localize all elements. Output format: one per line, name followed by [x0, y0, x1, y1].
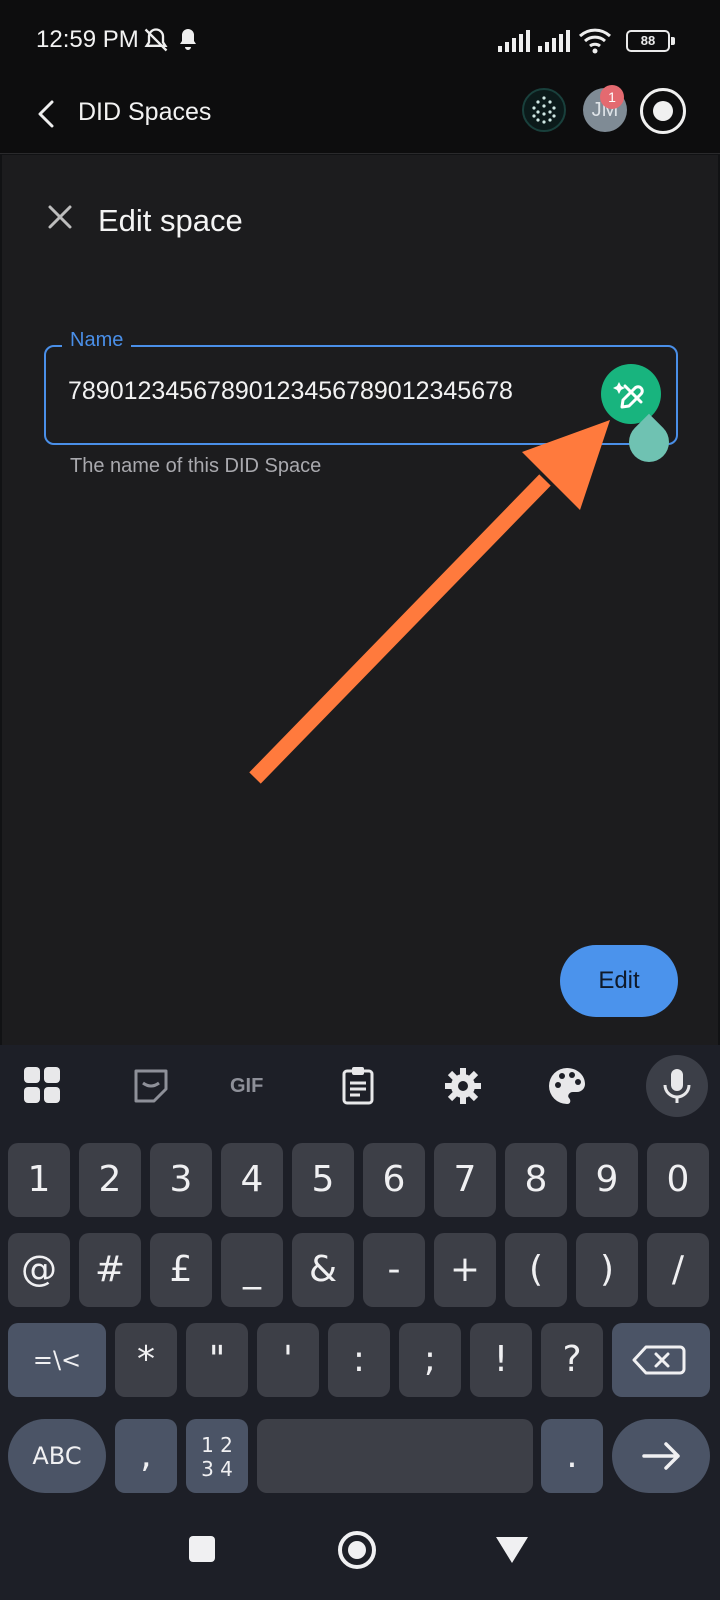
spacebar[interactable] — [257, 1419, 533, 1493]
mic-button[interactable] — [646, 1055, 708, 1117]
enter-key[interactable] — [612, 1419, 710, 1493]
backspace-icon — [632, 1345, 686, 1375]
ai-rewrite-button[interactable] — [601, 364, 661, 424]
key-asterisk[interactable]: * — [115, 1323, 177, 1397]
app-title: DID Spaces — [78, 98, 212, 126]
key-7[interactable]: 7 — [434, 1143, 496, 1217]
wifi-icon — [578, 28, 612, 54]
field-label: Name — [62, 329, 132, 352]
ai-assistant-button[interactable] — [522, 88, 566, 132]
numpad-key[interactable]: 1 2 3 4 — [186, 1419, 248, 1493]
dots-sphere-icon — [532, 96, 556, 124]
mic-icon — [663, 1069, 691, 1103]
close-icon[interactable] — [42, 199, 78, 235]
key-close-paren[interactable]: ) — [576, 1233, 638, 1307]
key-at[interactable]: @ — [8, 1233, 70, 1307]
status-bar: 12:59 PM 88 — [0, 0, 720, 78]
bell-icon — [180, 29, 196, 50]
key-pound[interactable]: £ — [150, 1233, 212, 1307]
key-1[interactable]: 1 — [8, 1143, 70, 1217]
bell-off-icon — [144, 28, 168, 52]
edit-space-dialog: Edit space Name 789012345678901234567890… — [2, 155, 718, 1045]
key-semicolon[interactable]: ; — [399, 1323, 461, 1397]
helper-text: The name of this DID Space — [70, 455, 322, 477]
keyboard: GIF 1 2 3 4 5 6 7 8 9 0 @ # £ _ & - + (… — [0, 1045, 720, 1515]
palette-icon[interactable] — [544, 1063, 590, 1109]
key-comma[interactable]: , — [115, 1419, 177, 1493]
status-time: 12:59 PM — [36, 26, 139, 53]
key-9[interactable]: 9 — [576, 1143, 638, 1217]
system-nav-bar — [0, 1515, 720, 1600]
key-single-quote[interactable]: ' — [257, 1323, 319, 1397]
key-period[interactable]: . — [541, 1419, 603, 1493]
battery-indicator: 88 — [626, 30, 675, 52]
key-0[interactable]: 0 — [647, 1143, 709, 1217]
key-8[interactable]: 8 — [505, 1143, 567, 1217]
signal-icon-2 — [538, 30, 570, 52]
settings-icon[interactable] — [440, 1063, 486, 1109]
recents-square-icon[interactable] — [186, 1533, 218, 1565]
back-arrow-icon[interactable] — [30, 92, 66, 136]
key-6[interactable]: 6 — [363, 1143, 425, 1217]
back-triangle-icon[interactable] — [494, 1533, 530, 1565]
key-ampersand[interactable]: & — [292, 1233, 354, 1307]
key-4[interactable]: 4 — [221, 1143, 283, 1217]
app-header: DID Spaces JM 1 — [0, 78, 720, 154]
home-circle-icon[interactable] — [336, 1529, 378, 1571]
key-slash[interactable]: / — [647, 1233, 709, 1307]
edit-button[interactable]: Edit — [560, 945, 678, 1017]
name-field[interactable]: Name 78901234567890123456789012345678 — [44, 329, 678, 445]
dialog-title: Edit space — [98, 203, 243, 238]
abc-key[interactable]: ABC — [8, 1419, 106, 1493]
apps-grid-icon[interactable] — [20, 1063, 66, 1109]
key-open-paren[interactable]: ( — [505, 1233, 567, 1307]
key-exclamation[interactable]: ! — [470, 1323, 532, 1397]
more-symbols-key[interactable]: =\< — [8, 1323, 106, 1397]
key-question[interactable]: ? — [541, 1323, 603, 1397]
clipboard-icon[interactable] — [336, 1063, 382, 1109]
backspace-key[interactable] — [612, 1323, 710, 1397]
key-minus[interactable]: - — [363, 1233, 425, 1307]
key-plus[interactable]: + — [434, 1233, 496, 1307]
name-input[interactable]: 78901234567890123456789012345678 — [68, 377, 628, 406]
signal-icon — [498, 30, 530, 52]
record-button[interactable] — [640, 88, 686, 134]
key-underscore[interactable]: _ — [221, 1233, 283, 1307]
notification-badge: 1 — [600, 85, 624, 109]
key-3[interactable]: 3 — [150, 1143, 212, 1217]
key-colon[interactable]: : — [328, 1323, 390, 1397]
key-2[interactable]: 2 — [79, 1143, 141, 1217]
arrow-right-icon — [642, 1442, 680, 1470]
name-input-text: 78901234567890123456789012345678 — [68, 377, 513, 405]
key-double-quote[interactable]: " — [186, 1323, 248, 1397]
key-hash[interactable]: # — [79, 1233, 141, 1307]
gif-button[interactable]: GIF — [230, 1063, 280, 1109]
key-5[interactable]: 5 — [292, 1143, 354, 1217]
sticker-icon[interactable] — [128, 1063, 174, 1109]
ai-pen-icon — [613, 382, 644, 409]
